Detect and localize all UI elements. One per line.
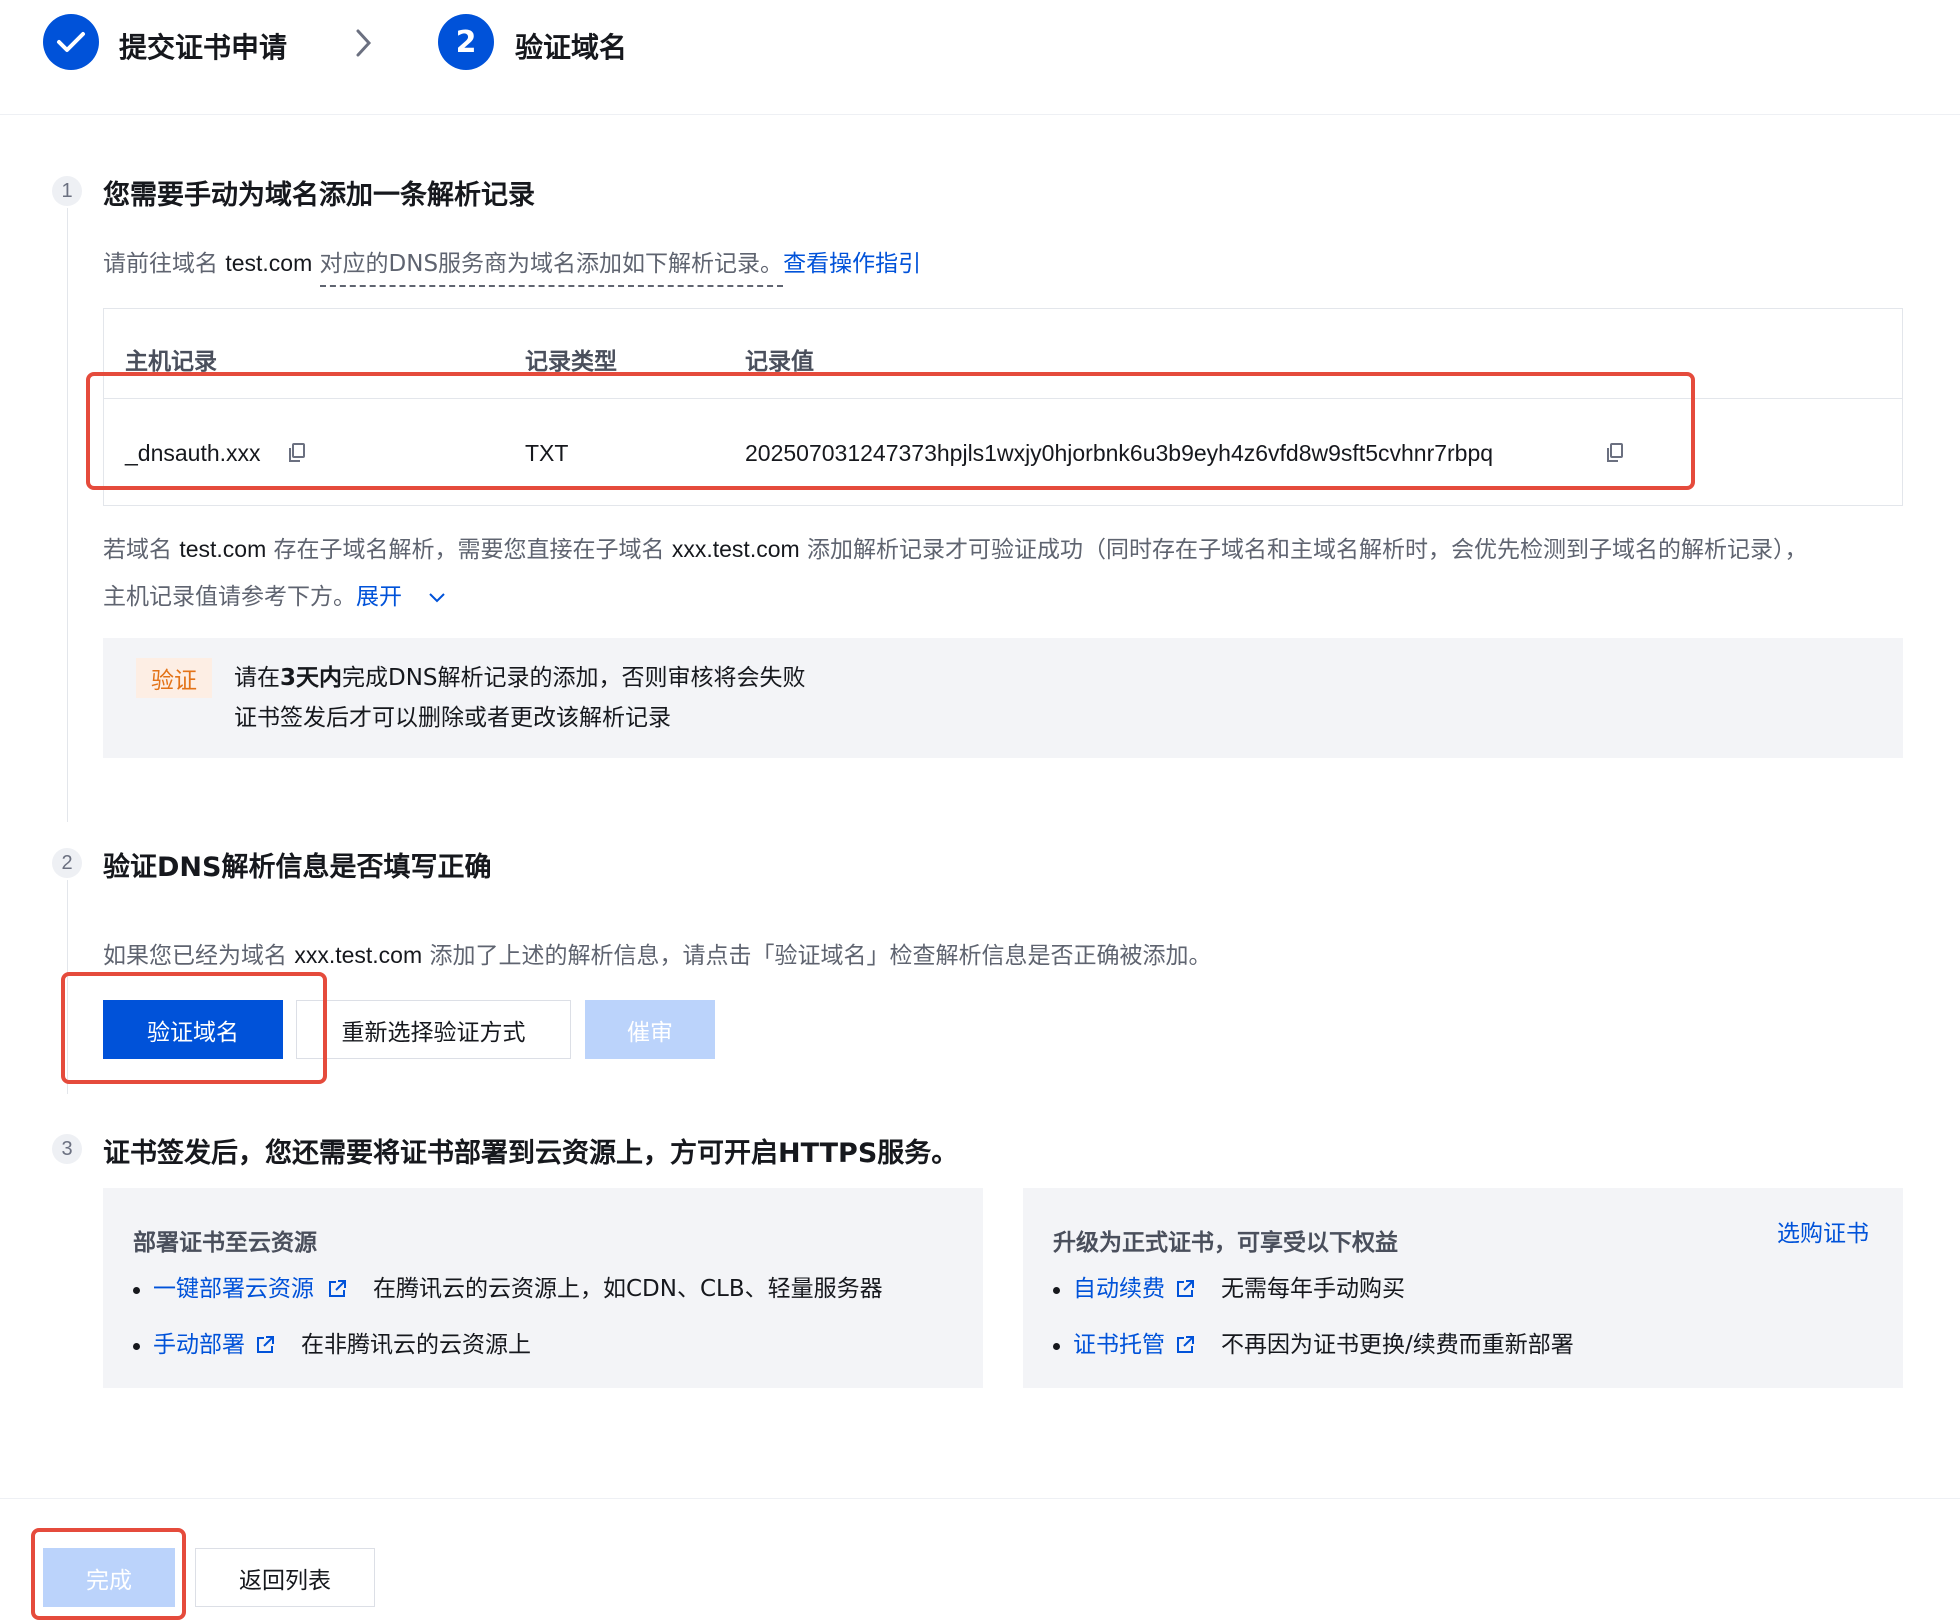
external-link-icon[interactable] (1175, 1279, 1195, 1299)
auto-renew-link[interactable]: 自动续费 (1073, 1278, 1165, 1301)
bullet (1053, 1287, 1060, 1294)
notice-deadline: 3天内 (280, 665, 343, 691)
header-divider (0, 114, 1960, 115)
note-domain: test.com (179, 536, 267, 562)
step2-label: 验证域名 (515, 31, 628, 64)
bullet (1053, 1343, 1060, 1350)
bullet (133, 1343, 140, 1350)
note-text: 主机记录值请参考下方。 (103, 584, 356, 610)
external-link-icon[interactable] (255, 1335, 275, 1355)
bullet (133, 1287, 140, 1294)
header-type: 记录类型 (525, 349, 617, 375)
subdomain-note-line2: 主机记录值请参考下方。展开 (103, 586, 402, 609)
expand-link[interactable]: 展开 (356, 584, 402, 610)
note-text: 添加解析记录才可验证成功（同时存在子域名和主域名解析时，会优先检测到子域名的解析… (806, 537, 1808, 563)
highlight-box-record (86, 372, 1695, 490)
step1-label: 提交证书申请 (119, 31, 288, 64)
guide-link[interactable]: 查看操作指引 (783, 251, 921, 277)
desc-text: 添加了上述的解析信息，请点击「验证域名」检查解析信息是否正确被添加。 (429, 943, 1212, 969)
section1-title: 您需要手动为域名添加一条解析记录 (103, 180, 535, 211)
step2-number: 2 (438, 14, 494, 70)
note-subdomain: xxx.test.com (671, 536, 800, 562)
notice-text: 请在 (234, 665, 280, 691)
cert-hosting-desc: 不再因为证书更换/续费而重新部署 (1221, 1332, 1574, 1358)
reselect-method-button[interactable]: 重新选择验证方式 (296, 1000, 571, 1059)
intro-domain: test.com (225, 250, 313, 276)
section1-intro: 请前往域名 test.com 对应的DNS服务商为域名添加如下解析记录。查看操作… (103, 250, 921, 287)
chevron-right-icon (354, 28, 374, 62)
step1-complete-icon (43, 14, 99, 70)
section2-title: 验证DNS解析信息是否填写正确 (103, 852, 492, 883)
section-connector-line (67, 208, 68, 822)
external-link-icon[interactable] (327, 1279, 347, 1299)
section2-number: 2 (52, 848, 82, 878)
note-text: 若域名 (103, 537, 172, 563)
intro-suffix: 对应的DNS服务商为域名添加如下解析记录。 (319, 251, 784, 287)
notice-line2: 证书签发后才可以删除或者更改该解析记录 (234, 705, 671, 731)
urge-review-button[interactable]: 催审 (585, 1000, 715, 1059)
notice-text: 完成DNS解析记录的添加，否则审核将会失败 (342, 665, 806, 691)
footer-divider (0, 1498, 1960, 1499)
intro-prefix: 请前往域名 (103, 251, 218, 277)
one-click-deploy-desc: 在腾讯云的云资源上，如CDN、CLB、轻量服务器 (373, 1276, 883, 1302)
highlight-box-done (31, 1528, 186, 1620)
verification-notice (103, 638, 1903, 758)
upgrade-card-title: 升级为正式证书，可享受以下权益 (1053, 1230, 1398, 1256)
header-host: 主机记录 (125, 349, 217, 375)
desc-domain: xxx.test.com (294, 942, 423, 968)
manual-deploy-link[interactable]: 手动部署 (153, 1334, 245, 1357)
desc-text: 如果您已经为域名 (103, 943, 287, 969)
verify-tag: 验证 (136, 658, 212, 698)
cert-hosting-link[interactable]: 证书托管 (1073, 1334, 1165, 1357)
subdomain-note-line1: 若域名 test.com 存在子域名解析，需要您直接在子域名 xxx.test.… (103, 538, 1807, 562)
one-click-deploy-link[interactable]: 一键部署云资源 (153, 1278, 314, 1301)
highlight-box-verify (61, 972, 327, 1084)
auto-renew-desc: 无需每年手动购买 (1221, 1276, 1405, 1302)
external-link-icon[interactable] (1175, 1335, 1195, 1355)
section3-number: 3 (52, 1134, 82, 1164)
deploy-card-title: 部署证书至云资源 (133, 1230, 317, 1256)
section2-desc: 如果您已经为域名 xxx.test.com 添加了上述的解析信息，请点击「验证域… (103, 944, 1211, 968)
header-value: 记录值 (745, 349, 814, 375)
section3-title: 证书签发后，您还需要将证书部署到云资源上，方可开启HTTPS服务。 (103, 1138, 959, 1169)
manual-deploy-desc: 在非腾讯云的云资源上 (301, 1332, 531, 1358)
notice-line1: 请在3天内完成DNS解析记录的添加，否则审核将会失败 (234, 667, 806, 690)
chevron-down-icon[interactable] (428, 590, 446, 609)
section1-number: 1 (52, 176, 82, 206)
note-text: 存在子域名解析，需要您直接在子域名 (273, 537, 665, 563)
buy-certificate-link[interactable]: 选购证书 (1777, 1223, 1869, 1246)
back-to-list-button[interactable]: 返回列表 (195, 1548, 375, 1607)
